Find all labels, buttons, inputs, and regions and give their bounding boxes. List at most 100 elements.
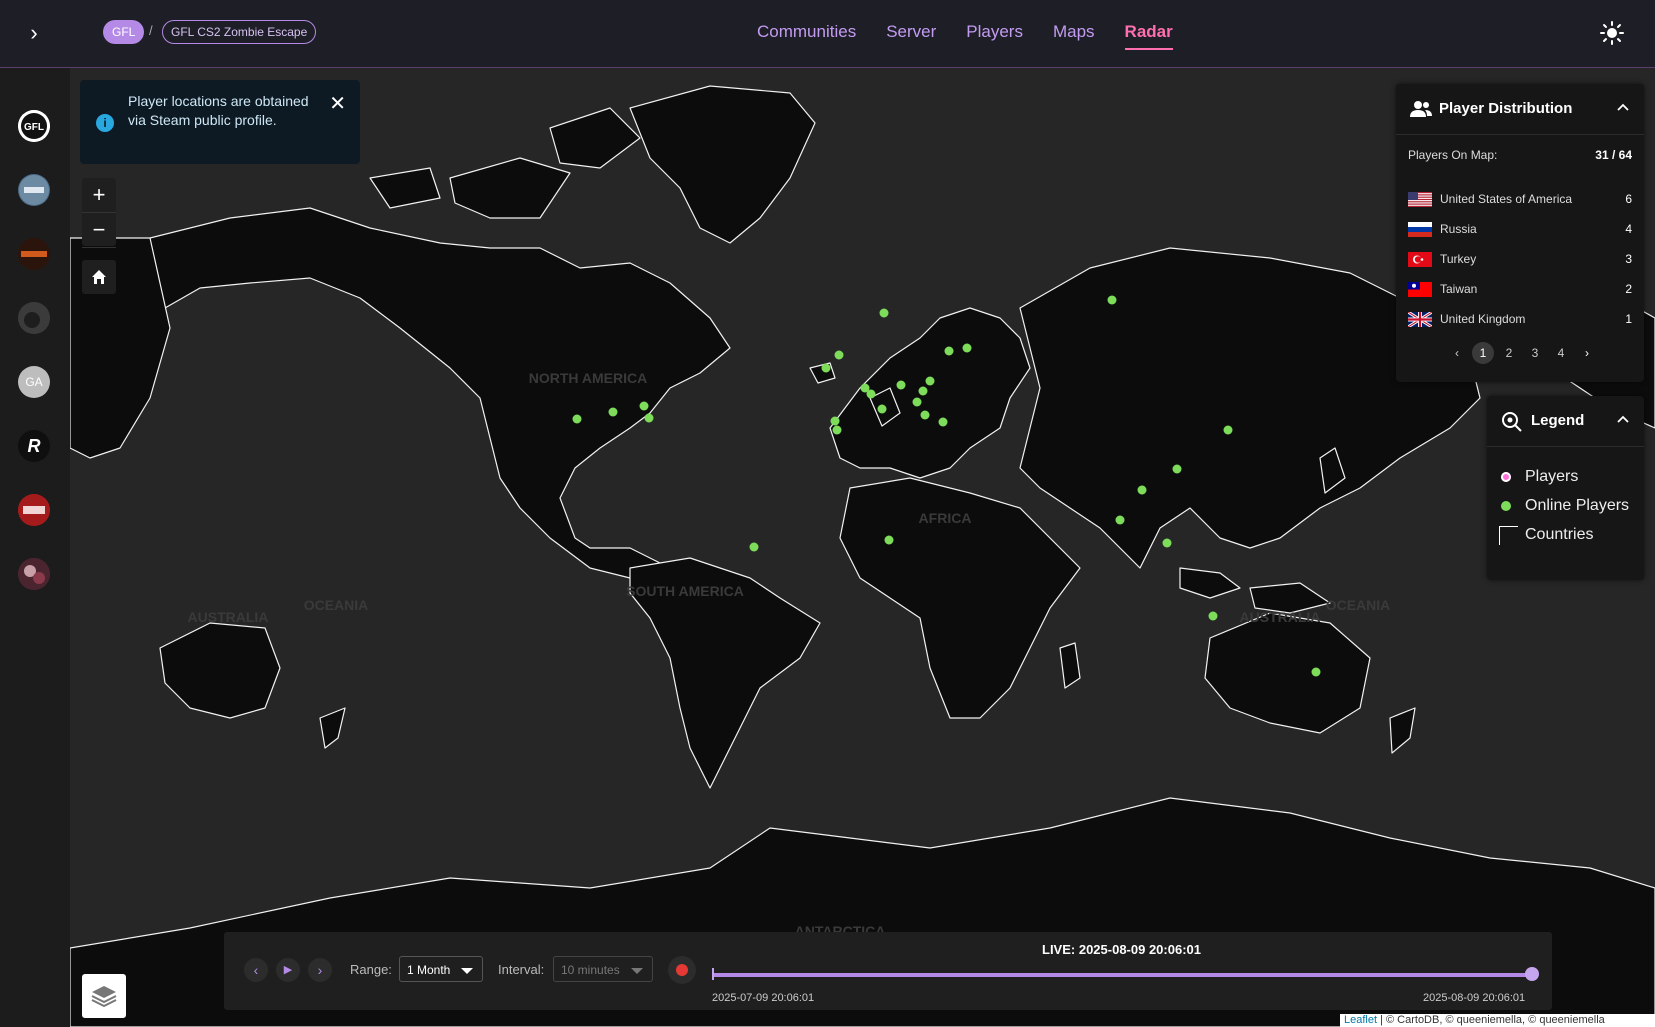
country-row[interactable]: Taiwan 2 [1408,278,1632,300]
country-row[interactable]: United Kingdom 1 [1408,308,1632,330]
map-label-australia-east: AUSTRALIA [1240,609,1321,625]
step-forward-chevron-icon[interactable]: › [308,958,332,982]
player-marker [608,407,618,417]
map-label-south-america: SOUTH AMERICA [626,583,744,599]
zoom-out-button[interactable]: − [82,213,116,248]
nav-communities[interactable]: Communities [757,20,856,50]
timeline-end-date: 2025-08-09 20:06:01 [1423,992,1526,1004]
player-marker [1223,425,1233,435]
player-marker [1107,295,1117,305]
player-marker [572,414,582,424]
player-marker [644,413,654,423]
home-button[interactable] [82,260,116,294]
nav-maps[interactable]: Maps [1053,20,1095,50]
page-button-3[interactable]: 3 [1524,342,1546,364]
player-marker [912,397,922,407]
svg-text:GFL: GFL [24,122,44,133]
info-toast-text: Player locations are obtained via Steam … [128,93,309,128]
map-label-africa: AFRICA [919,510,972,526]
play-button[interactable]: ▶ [276,958,300,982]
tr-flag-icon [1408,252,1432,267]
zoom-in-button[interactable]: + [82,178,116,213]
interval-select[interactable]: 10 minutes [553,956,653,982]
player-marker [832,425,842,435]
country-name: Turkey [1440,252,1477,266]
range-select[interactable]: 1 Month [399,956,483,982]
page-button-4[interactable]: 4 [1550,342,1572,364]
player-marker [834,350,844,360]
country-count: 6 [1625,192,1632,206]
timeline-start-date: 2025-07-09 20:06:01 [712,992,815,1004]
nav-players[interactable]: Players [966,20,1023,50]
legend-title: Legend [1531,412,1585,429]
player-marker [920,410,930,420]
chevron-up-icon[interactable] [1616,412,1630,426]
country-border-icon [1499,526,1518,545]
step-back-chevron-icon[interactable]: ‹ [244,958,268,982]
chevron-up-icon[interactable] [1616,100,1630,114]
breadcrumb-separator: / [149,23,153,38]
player-marker [962,343,972,353]
top-bar: › GFL / GFL CS2 Zombie Escape Communitie… [0,0,1655,68]
ru-flag-icon [1408,222,1432,237]
player-marker [877,404,887,414]
main-nav: Communities Server Players Maps Radar [757,20,1173,50]
page-button-1[interactable]: 1 [1472,342,1494,364]
player-distribution-title: Player Distribution [1439,100,1573,117]
country-row[interactable]: Russia 4 [1408,218,1632,240]
server-avatar-dark[interactable] [18,302,50,334]
country-name: Russia [1440,222,1477,236]
server-avatar-team[interactable] [18,174,50,206]
server-avatar-gfl[interactable]: GFL [18,110,50,142]
nav-server[interactable]: Server [886,20,936,50]
players-on-map-count: 31 / 64 [1595,148,1632,162]
player-marker [1137,485,1147,495]
player-marker [821,363,831,373]
player-marker [1208,611,1218,621]
player-marker [1172,464,1182,474]
timeline-track[interactable] [712,973,1532,977]
close-icon[interactable]: ✕ [329,94,346,114]
map-label-north-america: NORTH AMERICA [529,370,647,386]
timeline-slider-handle[interactable] [1525,967,1539,981]
layers-button[interactable] [82,974,126,1018]
breadcrumb-server[interactable]: GFL CS2 Zombie Escape [162,20,317,44]
country-name: United Kingdom [1440,312,1526,326]
timeline-start-tick [712,968,714,980]
live-timestamp: LIVE: 2025-08-09 20:06:01 [1042,942,1201,957]
player-marker [830,416,840,426]
country-count: 4 [1625,222,1632,236]
country-name: United States of America [1440,192,1573,206]
leaflet-link[interactable]: Leaflet [1344,1014,1377,1026]
player-marker [896,380,906,390]
player-marker [1115,515,1125,525]
server-avatar-r[interactable]: R [18,430,50,462]
legend-header[interactable]: Legend [1487,396,1644,447]
country-row[interactable]: United States of America 6 [1408,188,1632,210]
player-distribution-header[interactable]: Player Distribution [1396,84,1644,135]
map-attribution: Leaflet | © CartoDB, © queeniemella, © q… [1340,1014,1655,1027]
sidebar-toggle-chevron-icon[interactable]: › [22,20,46,46]
breadcrumb-community[interactable]: GFL [103,20,145,44]
record-button[interactable] [668,956,696,984]
interval-label: Interval: [498,962,545,977]
server-avatar-na[interactable] [18,494,50,526]
pagination-next-chevron-icon[interactable]: › [1576,342,1598,364]
theme-toggle-sun-icon[interactable] [1599,20,1625,46]
range-label: Range: [350,962,392,977]
server-sidebar: GFL GA R [0,68,70,1027]
player-distribution-panel: Player Distribution Players On Map: 31 /… [1396,84,1644,382]
pagination-prev-chevron-icon[interactable]: ‹ [1446,342,1468,364]
server-avatar-initials[interactable]: GA [18,366,50,398]
page-button-2[interactable]: 2 [1498,342,1520,364]
country-row[interactable]: Turkey 3 [1408,248,1632,270]
server-avatar-mix[interactable] [18,558,50,590]
map-label-oceania-east: OCEANIA [1326,597,1391,613]
player-marker [938,417,948,427]
server-avatar-zombie[interactable] [18,238,50,270]
us-flag-icon [1408,192,1432,207]
map-label-australia-west: AUSTRALIA [188,609,269,625]
player-marker [866,389,876,399]
nav-radar[interactable]: Radar [1124,20,1173,50]
country-count: 2 [1625,282,1632,296]
